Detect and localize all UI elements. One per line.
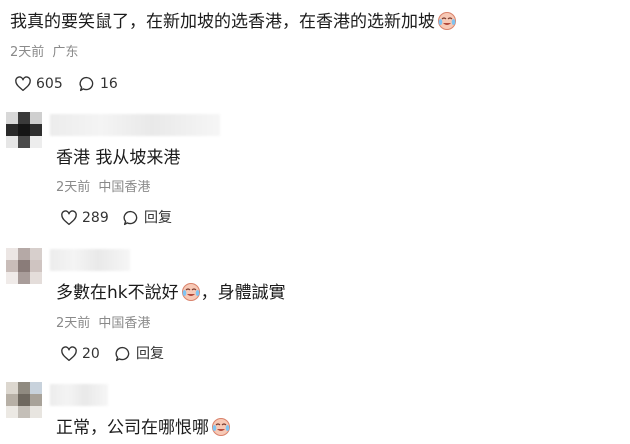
reply-text-content: 正常，公司在哪恨哪 bbox=[56, 418, 209, 438]
avatar[interactable] bbox=[6, 248, 42, 284]
laughing-crying-emoji-icon bbox=[438, 12, 456, 30]
avatar[interactable] bbox=[6, 382, 42, 418]
post-comment-button[interactable]: 16 bbox=[78, 74, 118, 94]
reply-text: 多數在hk不說好 ，身體誠實 bbox=[56, 281, 286, 305]
username-blurred[interactable] bbox=[50, 249, 130, 271]
laughing-crying-emoji-icon bbox=[212, 418, 230, 436]
laughing-crying-emoji-icon bbox=[181, 283, 200, 301]
reply-button[interactable]: 回复 bbox=[122, 208, 172, 228]
post-like-button[interactable]: 605 bbox=[14, 74, 63, 94]
reply-location: 中国香港 bbox=[98, 180, 151, 195]
reply-text: 香港 我从坡来港 bbox=[56, 148, 181, 168]
speech-bubble-icon bbox=[79, 76, 94, 92]
reply-like-count: 289 bbox=[82, 210, 109, 226]
speech-bubble-icon bbox=[123, 210, 138, 226]
post-like-count: 605 bbox=[36, 76, 63, 92]
reply-like-button[interactable]: 289 bbox=[60, 208, 109, 228]
reply-text-after: ，身體誠實 bbox=[200, 283, 286, 303]
post-comment-count: 16 bbox=[100, 76, 118, 92]
heart-outline-icon bbox=[61, 346, 77, 362]
reply-button[interactable]: 回复 bbox=[114, 344, 164, 364]
reply-meta: 2天前 中国香港 bbox=[56, 179, 150, 197]
reply-time: 2天前 bbox=[56, 180, 91, 195]
heart-outline-icon bbox=[15, 76, 31, 92]
post-text-content: 我真的要笑鼠了，在新加坡的选香港，在香港的选新加坡 bbox=[10, 12, 435, 32]
reply-like-count: 20 bbox=[82, 346, 100, 362]
reply-like-button[interactable]: 20 bbox=[60, 344, 100, 364]
speech-bubble-icon bbox=[115, 346, 130, 362]
heart-outline-icon bbox=[61, 210, 77, 226]
post-time: 2天前 bbox=[10, 45, 45, 60]
username-blurred[interactable] bbox=[50, 384, 108, 406]
reply-text: 正常，公司在哪恨哪 bbox=[56, 416, 231, 440]
reply-time: 2天前 bbox=[56, 316, 91, 331]
post-meta: 2天前 广东 bbox=[10, 44, 78, 62]
reply-button-label: 回复 bbox=[144, 210, 172, 226]
avatar[interactable] bbox=[6, 112, 42, 148]
username-blurred[interactable] bbox=[50, 114, 220, 136]
reply-text-before: 多數在hk不說好 bbox=[56, 283, 179, 303]
reply-button-label: 回复 bbox=[136, 346, 164, 362]
post-location: 广东 bbox=[52, 45, 79, 60]
post-text: 我真的要笑鼠了，在新加坡的选香港，在香港的选新加坡 bbox=[10, 10, 457, 34]
reply-location: 中国香港 bbox=[98, 316, 151, 331]
reply-meta: 2天前 中国香港 bbox=[56, 315, 150, 333]
